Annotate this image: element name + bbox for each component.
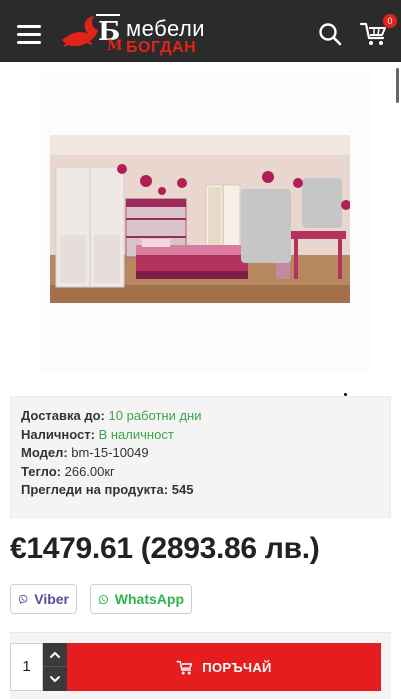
model-row: Модел: bm-15-10049 xyxy=(21,444,380,463)
cart-icon xyxy=(176,660,193,675)
weight-row: Тегло: 266.00кг xyxy=(21,463,380,482)
hamburger-menu-icon[interactable] xyxy=(17,25,41,44)
model-label: Модел: xyxy=(21,445,68,460)
delivery-label: Доставка до: xyxy=(21,408,105,423)
whatsapp-label: WhatsApp xyxy=(114,591,184,607)
logo-text-bottom: БОГДАН xyxy=(126,39,197,56)
viber-share-button[interactable]: Viber xyxy=(10,584,77,614)
product-gallery[interactable] xyxy=(0,62,401,396)
whatsapp-share-button[interactable]: WhatsApp xyxy=(90,584,192,614)
site-logo[interactable]: Б M мебели БОГДАН xyxy=(58,10,210,56)
cart-count-badge: 0 xyxy=(383,14,397,28)
order-button-label: ПОРЪЧАЙ xyxy=(202,659,272,675)
viber-label: Viber xyxy=(34,591,69,607)
order-button[interactable]: ПОРЪЧАЙ xyxy=(67,643,381,691)
weight-label: Тегло: xyxy=(21,463,61,479)
availability-row: Наличност: В наличност xyxy=(21,426,380,445)
availability-label: Наличност: xyxy=(21,426,95,442)
delivery-value: 10 работни дни xyxy=(108,408,202,423)
site-header: Б M мебели БОГДАН 0 xyxy=(0,0,401,62)
viber-icon xyxy=(18,594,28,604)
logo-mark-icon: Б M xyxy=(62,14,123,54)
product-image[interactable] xyxy=(50,135,350,303)
delivery-row: Доставка до: 10 работни дни xyxy=(21,407,380,426)
svg-text:M: M xyxy=(107,38,123,54)
product-info-box: Доставка до: 10 работни дни Наличност: В… xyxy=(10,396,391,518)
weight-value: 266.00кг xyxy=(64,463,115,479)
quantity-decrease-button[interactable] xyxy=(43,667,67,691)
quantity-increase-button[interactable] xyxy=(43,643,67,667)
quantity-input[interactable]: 1 xyxy=(10,643,43,691)
product-price: €1479.61 (2893.86 лв.) xyxy=(10,532,320,565)
availability-value: В наличност xyxy=(98,426,174,442)
chevron-down-icon xyxy=(50,676,60,682)
model-value: bm-15-10049 xyxy=(71,445,149,460)
search-icon[interactable] xyxy=(318,22,342,46)
chevron-up-icon xyxy=(50,652,60,658)
views-label: Прегледи на продукта: xyxy=(21,482,169,497)
views-value: 545 xyxy=(171,482,194,497)
scrollbar[interactable] xyxy=(396,68,399,103)
views-row: Прегледи на продукта: 545 xyxy=(21,481,380,500)
whatsapp-icon xyxy=(98,594,109,604)
